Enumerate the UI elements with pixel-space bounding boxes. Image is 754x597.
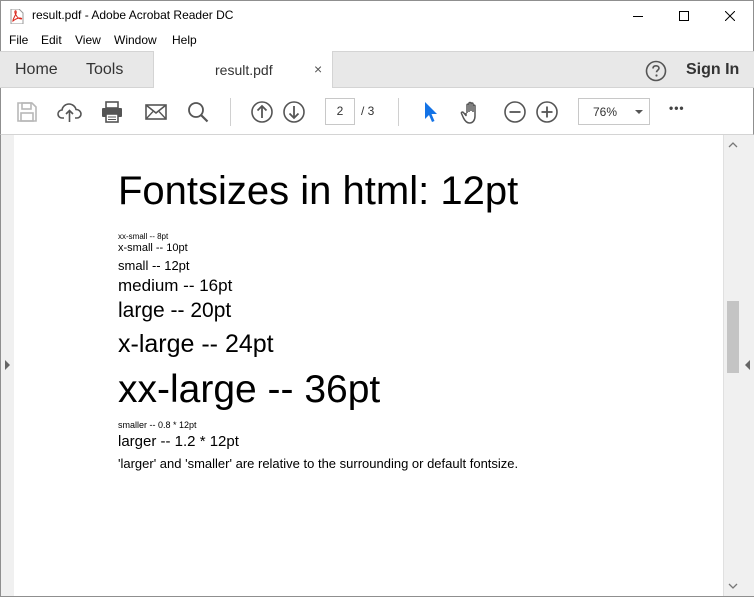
hand-tool-icon[interactable] xyxy=(459,100,483,124)
toolbar-divider xyxy=(398,98,399,126)
toolbar: 2 / 3 76% ••• xyxy=(0,88,754,135)
help-icon[interactable] xyxy=(645,60,667,87)
scrollbar-thumb[interactable] xyxy=(727,301,739,373)
zoom-level-value: 76% xyxy=(593,105,618,119)
document-line: large -- 20pt xyxy=(118,299,232,322)
menu-view[interactable]: View xyxy=(75,33,101,47)
close-window-button[interactable] xyxy=(707,1,753,31)
menu-help[interactable]: Help xyxy=(172,33,197,47)
menu-edit[interactable]: Edit xyxy=(41,33,62,47)
vertical-scrollbar[interactable] xyxy=(723,135,741,596)
zoom-in-icon[interactable] xyxy=(535,100,559,124)
select-pointer-icon[interactable] xyxy=(419,100,443,124)
cloud-upload-icon[interactable] xyxy=(57,100,82,124)
left-panel-toggle[interactable] xyxy=(1,135,14,596)
chevron-down-icon xyxy=(635,110,643,114)
tab-home[interactable]: Home xyxy=(15,61,58,79)
tab-tools[interactable]: Tools xyxy=(86,61,123,79)
expand-left-panel-icon xyxy=(5,360,10,370)
document-line: x-small -- 10pt xyxy=(118,242,188,254)
page-number-input[interactable]: 2 xyxy=(325,98,355,125)
menu-window[interactable]: Window xyxy=(114,33,157,47)
email-icon[interactable] xyxy=(144,100,168,124)
scroll-down-icon[interactable] xyxy=(724,579,742,593)
document-line: x-large -- 24pt xyxy=(118,330,274,358)
document-line: xx-large -- 36pt xyxy=(118,368,381,411)
menu-file[interactable]: File xyxy=(9,33,28,47)
maximize-icon xyxy=(679,11,689,21)
search-icon[interactable] xyxy=(186,100,210,124)
scroll-up-icon[interactable] xyxy=(724,138,742,152)
toolbar-divider xyxy=(230,98,231,126)
sign-in-link[interactable]: Sign In xyxy=(686,61,739,79)
next-page-icon[interactable] xyxy=(282,100,306,124)
title-bar: result.pdf - Adobe Acrobat Reader DC xyxy=(0,0,754,30)
window-title: result.pdf - Adobe Acrobat Reader DC xyxy=(32,8,234,22)
document-tab-label: result.pdf xyxy=(215,62,273,78)
minimize-button[interactable] xyxy=(615,1,661,31)
document-viewer: Fontsizes in html: 12pt xx-small -- 8pt … xyxy=(0,135,754,597)
previous-page-icon[interactable] xyxy=(250,100,274,124)
maximize-button[interactable] xyxy=(661,1,707,31)
minimize-icon xyxy=(633,16,643,17)
expand-right-panel-icon xyxy=(745,360,750,370)
page-count: / 3 xyxy=(361,104,375,118)
print-icon[interactable] xyxy=(100,100,124,124)
document-line: larger -- 1.2 * 12pt xyxy=(118,433,239,450)
close-tab-icon[interactable]: × xyxy=(314,61,322,77)
save-icon[interactable] xyxy=(15,100,39,124)
document-line: xx-small -- 8pt xyxy=(118,232,169,241)
close-icon xyxy=(725,11,735,21)
pdf-page: Fontsizes in html: 12pt xx-small -- 8pt … xyxy=(14,135,723,596)
zoom-level-dropdown[interactable]: 76% xyxy=(578,98,650,125)
right-panel-toggle[interactable] xyxy=(741,135,754,596)
document-heading: Fontsizes in html: 12pt xyxy=(118,169,519,213)
more-options-icon[interactable]: ••• xyxy=(669,101,693,125)
zoom-out-icon[interactable] xyxy=(503,100,527,124)
tab-document[interactable]: result.pdf × xyxy=(153,51,333,89)
menu-bar: File Edit View Window Help xyxy=(0,30,754,51)
pdf-file-icon xyxy=(10,8,24,25)
document-line: 'larger' and 'smaller' are relative to t… xyxy=(118,456,519,471)
tab-bar: Home Tools result.pdf × Sign In xyxy=(0,51,754,89)
document-line: smaller -- 0.8 * 12pt xyxy=(118,420,197,430)
document-line: medium -- 16pt xyxy=(118,276,233,295)
document-line: small -- 12pt xyxy=(118,258,190,273)
